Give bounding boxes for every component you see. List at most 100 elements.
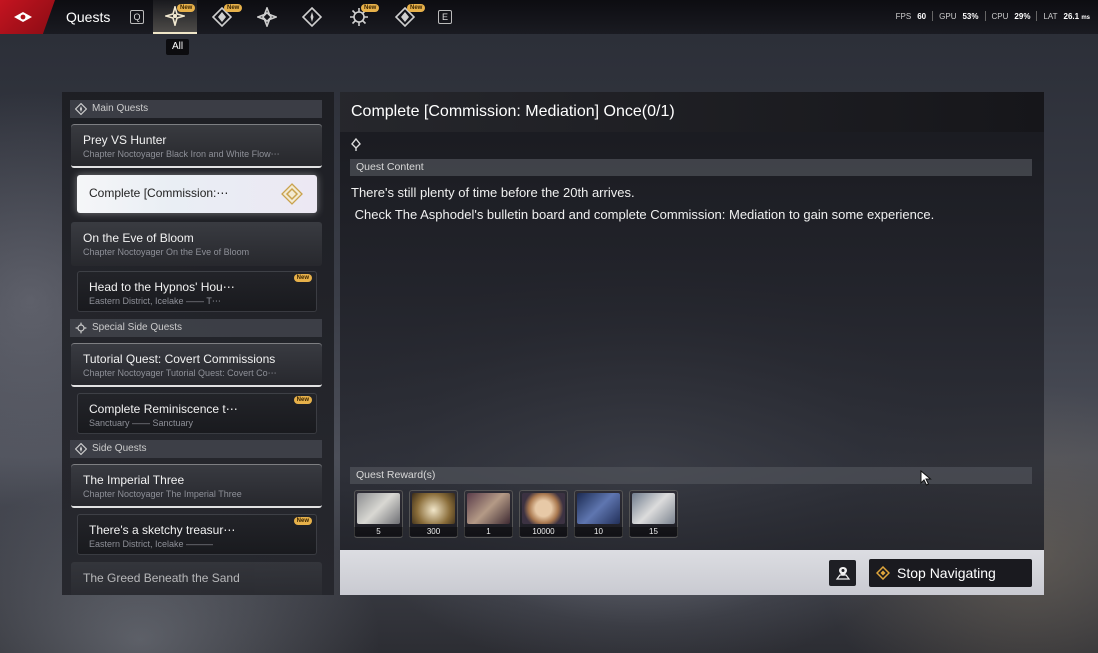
quest-subtitle: Chapter Noctoyager On the Eve of Bloom bbox=[83, 247, 250, 257]
antler-emblem-icon bbox=[412, 493, 455, 524]
lat-label: LAT bbox=[1043, 11, 1058, 21]
back-logo-icon[interactable] bbox=[0, 0, 55, 34]
tool-kit-icon bbox=[357, 493, 400, 524]
location-pin-icon bbox=[351, 138, 361, 151]
tab-events[interactable]: New bbox=[337, 0, 381, 34]
section-label: Special Side Quests bbox=[92, 322, 183, 333]
quest-item[interactable]: The Greed Beneath the Sand bbox=[71, 562, 322, 595]
cpu-label: CPU bbox=[991, 11, 1009, 21]
tab-all[interactable]: New bbox=[153, 0, 197, 34]
tab-commissions[interactable]: New bbox=[383, 0, 427, 34]
reward-item[interactable]: 1 bbox=[464, 490, 513, 538]
coin-icon bbox=[522, 493, 565, 524]
active-tab-tooltip: All bbox=[166, 39, 190, 55]
reward-item[interactable]: 15 bbox=[629, 490, 678, 538]
reward-count: 15 bbox=[629, 527, 678, 536]
reward-count: 300 bbox=[409, 527, 458, 536]
quest-subtitle: Eastern District, Icelake ——— bbox=[89, 539, 214, 549]
tab-side[interactable] bbox=[290, 0, 334, 34]
quest-name: There's a sketchy treasur⋯ bbox=[89, 523, 236, 537]
detail-footer: Stop Navigating bbox=[340, 550, 1044, 595]
quest-item[interactable]: The Imperial Three Chapter Noctoyager Th… bbox=[71, 464, 322, 508]
quest-name: The Greed Beneath the Sand bbox=[83, 571, 240, 585]
quest-description: There's still plenty of time before the … bbox=[351, 185, 935, 222]
stop-navigating-label: Stop Navigating bbox=[897, 565, 996, 581]
fps-value: 60 bbox=[917, 11, 927, 21]
quest-item[interactable]: Head to the Hypnos' Hou⋯ Eastern Distric… bbox=[77, 271, 317, 312]
lat-unit: ms bbox=[1081, 14, 1090, 21]
reward-count: 1 bbox=[464, 527, 513, 536]
tab-special[interactable] bbox=[245, 0, 289, 34]
shuriken-icon bbox=[257, 7, 277, 27]
page-title: Quests bbox=[66, 9, 111, 25]
prev-tab-key[interactable]: Q bbox=[130, 10, 144, 24]
section-side-quests: Side Quests bbox=[70, 440, 322, 458]
tab-main-quests[interactable]: New bbox=[200, 0, 244, 34]
cpu-unit: % bbox=[1023, 11, 1031, 21]
quest-header: Complete [Commission: Mediation] Once(0/… bbox=[340, 92, 1044, 132]
new-badge: New bbox=[361, 4, 380, 12]
new-badge: New bbox=[407, 4, 426, 12]
new-badge: New bbox=[293, 396, 312, 404]
stop-navigating-button[interactable]: Stop Navigating bbox=[869, 559, 1032, 587]
reward-item[interactable]: 10000 bbox=[519, 490, 568, 538]
quest-subtitle: Chapter Noctoyager Tutorial Quest: Cover… bbox=[83, 368, 277, 378]
quest-subtitle: Eastern District, Icelake —— T⋯ bbox=[89, 296, 221, 306]
section-label: Main Quests bbox=[92, 103, 149, 114]
quest-detail-panel: Complete [Commission: Mediation] Once(0/… bbox=[340, 92, 1044, 595]
top-bar: Quests Q New New New New E FPS 60 GPU 53% … bbox=[0, 0, 1098, 34]
gpu-unit: % bbox=[971, 11, 979, 21]
quest-title: Complete [Commission: Mediation] Once(0/… bbox=[351, 103, 675, 120]
lat-value: 26.1 bbox=[1063, 11, 1080, 21]
reward-list: 5 300 1 10000 10 15 bbox=[354, 490, 678, 538]
quest-name: The Imperial Three bbox=[83, 473, 185, 487]
quest-subtitle: Sanctuary —— Sanctuary bbox=[89, 418, 194, 428]
section-label: Side Quests bbox=[92, 443, 147, 454]
cpu-value: 29 bbox=[1014, 11, 1024, 21]
view-map-button[interactable] bbox=[829, 560, 856, 586]
quest-content-header: Quest Content bbox=[350, 159, 1032, 176]
quest-item[interactable]: There's a sketchy treasur⋯ Eastern Distr… bbox=[77, 514, 317, 555]
mouse-cursor-icon bbox=[920, 470, 932, 486]
reward-item[interactable]: 300 bbox=[409, 490, 458, 538]
map-pin-icon bbox=[835, 567, 850, 580]
quest-name: On the Eve of Bloom bbox=[83, 231, 194, 245]
reward-count: 5 bbox=[354, 527, 403, 536]
compass-diamond-icon bbox=[75, 103, 87, 115]
quest-item[interactable]: Complete Reminiscence t⋯ Sanctuary —— Sa… bbox=[77, 393, 317, 434]
new-badge: New bbox=[293, 274, 312, 282]
quest-subtitle: Chapter Noctoyager Black Iron and White … bbox=[83, 149, 280, 159]
reward-count: 10 bbox=[574, 527, 623, 536]
reward-count: 10000 bbox=[519, 527, 568, 536]
gear-star-icon bbox=[75, 322, 87, 334]
quest-name: Tutorial Quest: Covert Commissions bbox=[83, 352, 276, 366]
gpu-label: GPU bbox=[939, 11, 957, 21]
section-special-side-quests: Special Side Quests bbox=[70, 319, 322, 337]
quest-name: Head to the Hypnos' Hou⋯ bbox=[89, 280, 235, 294]
quest-item[interactable]: Prey VS Hunter Chapter Noctoyager Black … bbox=[71, 124, 322, 168]
blue-tome-icon bbox=[577, 493, 620, 524]
quest-name: Prey VS Hunter bbox=[83, 133, 167, 147]
reward-item[interactable]: 5 bbox=[354, 490, 403, 538]
next-tab-key[interactable]: E bbox=[438, 10, 452, 24]
quest-item-selected[interactable]: Complete [Commission:⋯ bbox=[77, 175, 317, 213]
compass-diamond-icon bbox=[75, 443, 87, 455]
quest-item[interactable]: On the Eve of Bloom Chapter Noctoyager O… bbox=[71, 222, 322, 266]
quest-list-panel: Main Quests Prey VS Hunter Chapter Nocto… bbox=[62, 92, 334, 595]
new-badge: New bbox=[177, 4, 196, 12]
tracking-diamond-icon bbox=[281, 183, 303, 205]
fps-label: FPS bbox=[895, 11, 912, 21]
diamond-core-icon bbox=[467, 493, 510, 524]
reward-item[interactable]: 10 bbox=[574, 490, 623, 538]
new-badge: New bbox=[224, 4, 243, 12]
compass-diamond-icon bbox=[302, 7, 322, 27]
document-stack-icon bbox=[632, 493, 675, 524]
tracking-diamond-icon bbox=[876, 566, 890, 580]
quest-name: Complete [Commission:⋯ bbox=[89, 186, 229, 200]
quest-subtitle: Chapter Noctoyager The Imperial Three bbox=[83, 489, 242, 499]
section-main-quests: Main Quests bbox=[70, 100, 322, 118]
new-badge: New bbox=[293, 517, 312, 525]
performance-stats: FPS 60 GPU 53% CPU 29% LAT 26.1 ms bbox=[896, 11, 1090, 21]
quest-item[interactable]: Tutorial Quest: Covert Commissions Chapt… bbox=[71, 343, 322, 387]
quest-name: Complete Reminiscence t⋯ bbox=[89, 402, 238, 416]
